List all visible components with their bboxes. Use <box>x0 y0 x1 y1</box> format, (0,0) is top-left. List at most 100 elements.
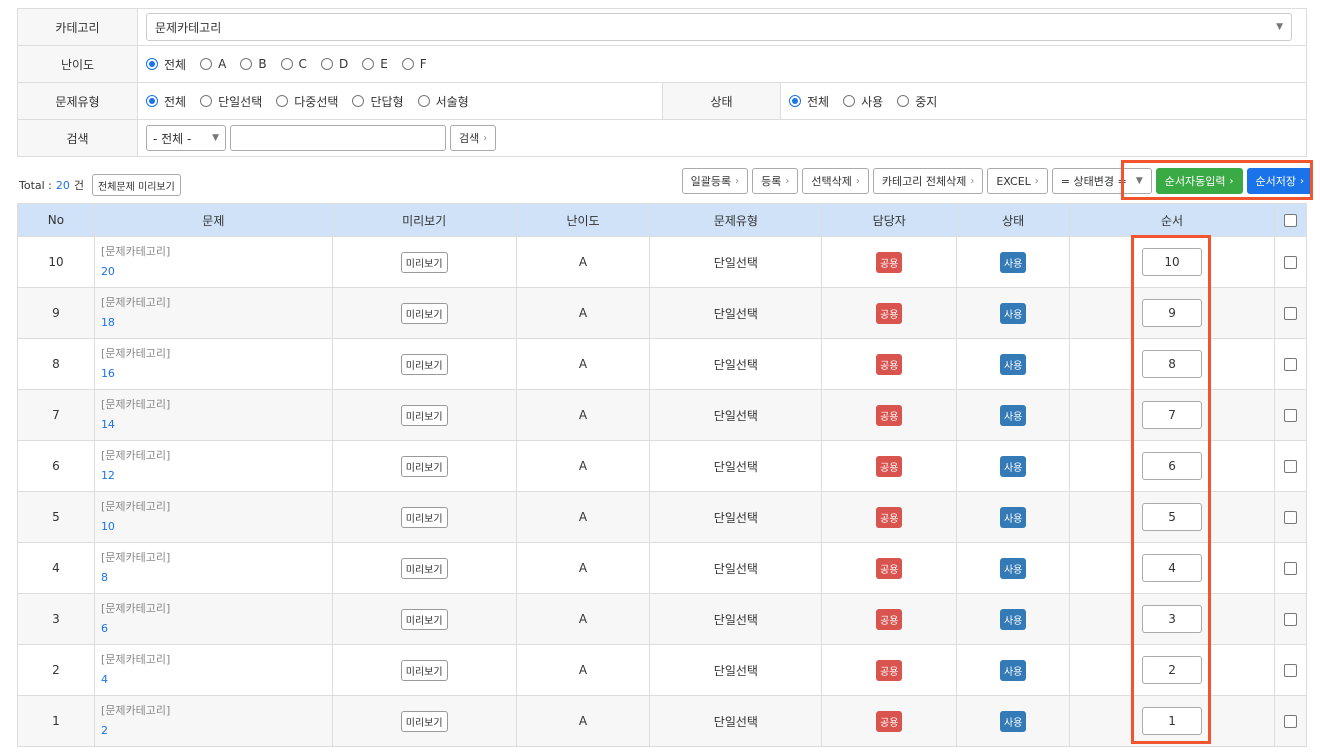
question-link[interactable]: 4 <box>101 670 332 690</box>
col-select-all[interactable] <box>1273 203 1308 237</box>
type-radio-single[interactable]: 단일선택 <box>200 93 262 110</box>
category-select[interactable]: 문제카테고리 ▼ <box>146 13 1292 41</box>
preview-button[interactable]: 미리보기 <box>400 659 448 681</box>
difficulty-cell: A <box>515 389 651 441</box>
preview-button[interactable]: 미리보기 <box>400 302 448 324</box>
radio-icon[interactable] <box>789 95 801 107</box>
select-cell <box>1273 593 1308 645</box>
question-cell[interactable]: [문제카테고리] 20 <box>93 236 333 288</box>
row-checkbox[interactable] <box>1283 664 1297 677</box>
question-link[interactable]: 2 <box>101 721 332 741</box>
type-radio-multi[interactable]: 다중선택 <box>276 93 338 110</box>
difficulty-radio-a[interactable]: A <box>200 57 226 71</box>
radio-icon[interactable] <box>276 95 289 107</box>
preview-button[interactable]: 미리보기 <box>400 506 448 528</box>
preview-button[interactable]: 미리보기 <box>400 353 448 375</box>
question-link[interactable]: 6 <box>101 619 332 639</box>
question-cell[interactable]: [문제카테고리] 6 <box>93 593 333 645</box>
select-all-checkbox[interactable] <box>1283 214 1297 227</box>
status-radio-stop[interactable]: 중지 <box>897 93 937 110</box>
category-select-value: 문제카테고리 <box>155 20 222 35</box>
table-row: 10 [문제카테고리] 20 미리보기 A 단일선택 공용 사용 10 <box>17 236 1308 288</box>
difficulty-radio-b[interactable]: B <box>240 57 267 71</box>
select-cell <box>1273 491 1308 543</box>
owner-cell: 공용 <box>821 695 958 747</box>
radio-icon[interactable] <box>240 58 253 70</box>
question-cell[interactable]: [문제카테고리] 16 <box>93 338 333 390</box>
radio-icon[interactable] <box>897 95 910 107</box>
preview-button[interactable]: 미리보기 <box>400 251 448 273</box>
question-link[interactable]: 20 <box>101 262 332 282</box>
type-radio-essay[interactable]: 서술형 <box>417 93 469 110</box>
status-radio-use[interactable]: 사용 <box>843 93 883 110</box>
radio-icon[interactable] <box>200 95 213 107</box>
preview-button[interactable]: 미리보기 <box>400 455 448 477</box>
difficulty-radio-d[interactable]: D <box>320 57 348 71</box>
status-cell: 사용 <box>956 491 1071 543</box>
difficulty-radio-c[interactable]: C <box>280 57 307 71</box>
highlight-box-order-buttons <box>1121 160 1313 200</box>
question-link[interactable]: 14 <box>101 415 332 435</box>
preview-button[interactable]: 미리보기 <box>400 404 448 426</box>
difficulty-cell: A <box>515 338 651 390</box>
row-checkbox[interactable] <box>1283 358 1297 371</box>
row-checkbox[interactable] <box>1283 307 1297 320</box>
type-radio-short[interactable]: 단답형 <box>352 93 404 110</box>
question-cell[interactable]: [문제카테고리] 4 <box>93 644 333 696</box>
search-button[interactable]: 검색 › <box>450 125 497 151</box>
radio-icon[interactable] <box>362 58 375 70</box>
search-input[interactable] <box>230 125 446 151</box>
row-checkbox[interactable] <box>1283 715 1297 728</box>
row-checkbox[interactable] <box>1283 562 1297 575</box>
search-scope-select[interactable]: - 전체 - ▼ <box>146 125 226 151</box>
difficulty-radio-all[interactable]: 전체 <box>146 56 186 73</box>
type-radio-all[interactable]: 전체 <box>146 93 186 110</box>
question-cell[interactable]: [문제카테고리] 10 <box>93 491 333 543</box>
difficulty-cell: A <box>515 644 651 696</box>
question-link[interactable]: 16 <box>101 364 332 384</box>
delete-category-all-button[interactable]: 카테고리 전체삭제 › <box>872 168 984 194</box>
radio-icon[interactable] <box>352 95 365 107</box>
delete-selected-button[interactable]: 선택삭제 › <box>802 168 869 194</box>
question-cell[interactable]: [문제카테고리] 18 <box>93 287 333 339</box>
question-link[interactable]: 10 <box>101 517 332 537</box>
question-cell[interactable]: [문제카테고리] 8 <box>93 542 333 594</box>
row-checkbox[interactable] <box>1283 409 1297 422</box>
radio-icon[interactable] <box>843 95 856 107</box>
excel-button[interactable]: EXCEL › <box>987 168 1048 194</box>
row-checkbox[interactable] <box>1283 511 1297 524</box>
difficulty-radio-f[interactable]: F <box>401 57 427 71</box>
radio-icon[interactable] <box>146 58 158 70</box>
radio-icon[interactable] <box>200 58 213 70</box>
question-cell[interactable]: [문제카테고리] 12 <box>93 440 333 492</box>
preview-all-button[interactable]: 전체문제 미리보기 <box>92 174 181 196</box>
radio-icon[interactable] <box>401 58 414 70</box>
owner-badge: 공용 <box>876 404 903 426</box>
question-cell[interactable]: [문제카테고리] 14 <box>93 389 333 441</box>
status-radio-all[interactable]: 전체 <box>789 93 829 110</box>
row-checkbox[interactable] <box>1283 256 1297 269</box>
row-no: 8 <box>17 338 95 390</box>
question-link[interactable]: 12 <box>101 466 332 486</box>
row-checkbox[interactable] <box>1283 613 1297 626</box>
preview-button[interactable]: 미리보기 <box>400 710 448 732</box>
chevron-right-icon: › <box>785 175 790 187</box>
radio-icon[interactable] <box>146 95 158 107</box>
radio-icon[interactable] <box>280 58 293 70</box>
bulk-register-button[interactable]: 일괄등록 › <box>681 168 749 194</box>
question-cell[interactable]: [문제카테고리] 2 <box>93 695 333 747</box>
register-button[interactable]: 등록 › <box>752 168 799 194</box>
row-checkbox[interactable] <box>1283 460 1297 473</box>
radio-icon[interactable] <box>417 95 430 107</box>
highlight-box-order-column <box>1131 235 1211 744</box>
select-cell <box>1273 338 1308 390</box>
preview-button[interactable]: 미리보기 <box>400 557 448 579</box>
question-link[interactable]: 8 <box>101 568 332 588</box>
question-link[interactable]: 18 <box>101 313 332 333</box>
chevron-right-icon: › <box>735 175 740 187</box>
preview-button[interactable]: 미리보기 <box>400 608 448 630</box>
radio-icon[interactable] <box>320 58 333 70</box>
type-label: 문제유형 <box>17 82 138 120</box>
table-row: 3 [문제카테고리] 6 미리보기 A 단일선택 공용 사용 3 <box>17 593 1308 645</box>
difficulty-radio-e[interactable]: E <box>362 57 388 71</box>
